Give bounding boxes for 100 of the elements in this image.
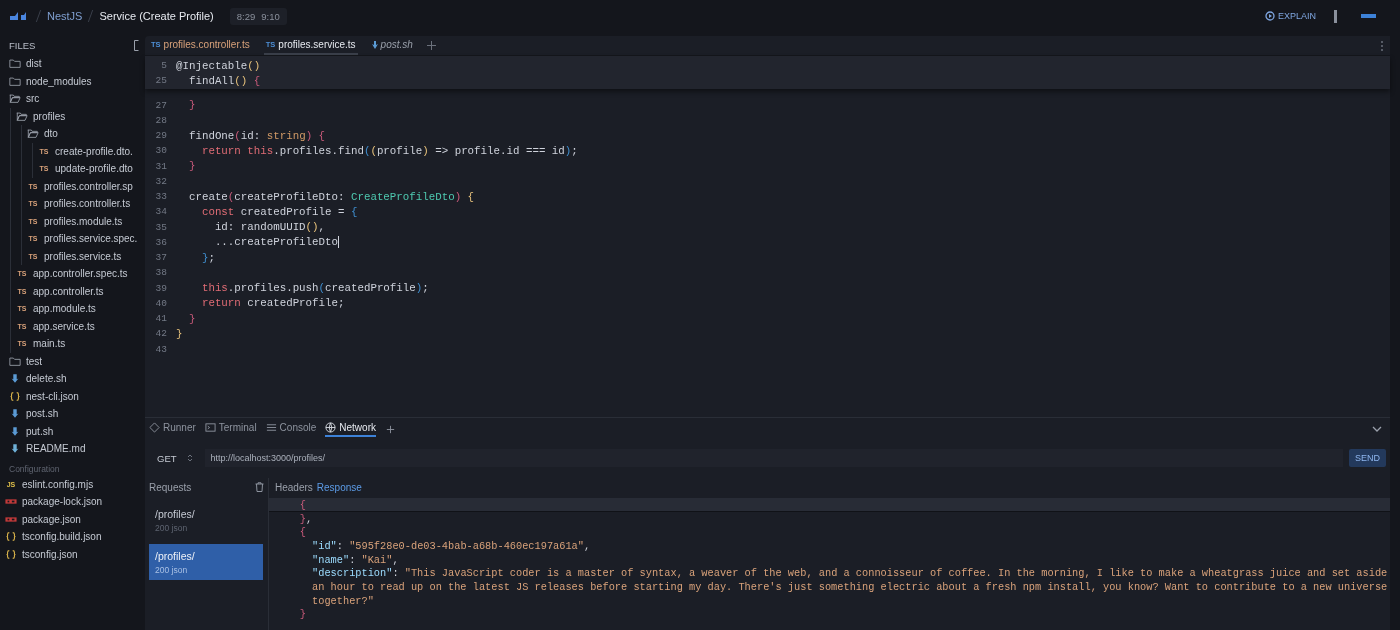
line-number: 36 xyxy=(154,236,168,248)
line-number: 43 xyxy=(154,343,168,355)
file-name[interactable]: tsconfig.json xyxy=(22,548,78,560)
add-tab-icon[interactable] xyxy=(426,41,436,50)
response-tab[interactable]: Response xyxy=(316,481,362,493)
file-name[interactable]: create-profile.dto. xyxy=(55,145,133,157)
file-name[interactable]: delete.sh xyxy=(26,373,67,385)
file-name[interactable]: profiles.service.ts xyxy=(44,250,122,262)
time-range: 8:29 9:10 xyxy=(229,7,287,25)
files-heading: FILES xyxy=(9,39,36,51)
code-line: const createdProfile = { xyxy=(200,205,358,218)
file-name[interactable]: profiles.controller.ts xyxy=(44,198,131,210)
code-line: findAll() { xyxy=(187,74,261,87)
folder-name[interactable]: dto xyxy=(44,128,58,140)
file-drop-icon xyxy=(9,373,21,385)
file-name[interactable]: put.sh xyxy=(26,425,54,437)
up-down-icon xyxy=(186,453,193,463)
file-name[interactable]: app.controller.ts xyxy=(33,285,104,297)
file-name[interactable]: app.module.ts xyxy=(33,303,96,315)
braces-icon xyxy=(5,531,17,543)
collapse-panel-icon[interactable] xyxy=(134,39,139,51)
line-number: 30 xyxy=(154,145,168,157)
line-number: 25 xyxy=(154,75,168,87)
file-name[interactable]: post.sh xyxy=(26,408,59,420)
line-number: 5 xyxy=(160,60,168,72)
request-item[interactable]: /profiles/ 200 json xyxy=(149,502,263,538)
line-number: 31 xyxy=(154,160,168,172)
line-number: 37 xyxy=(154,252,168,264)
file-name[interactable]: package-lock.json xyxy=(22,496,103,508)
trash-icon[interactable] xyxy=(255,482,264,492)
list-icon xyxy=(265,421,277,433)
panel-tab[interactable]: Runner xyxy=(149,421,196,437)
line-number: 41 xyxy=(154,313,168,325)
file-drop-icon xyxy=(9,425,21,437)
panel-tab[interactable]: Network xyxy=(325,421,376,437)
chevron-down-icon[interactable] xyxy=(1372,425,1382,433)
file-drop-icon xyxy=(9,408,21,420)
code-line: return this.profiles.find((profile) => profile.id === id); xyxy=(200,144,578,157)
add-tab-icon[interactable] xyxy=(385,423,396,435)
response-line: { xyxy=(298,525,307,540)
send-button[interactable]: SEND xyxy=(1349,449,1386,467)
globe-icon xyxy=(325,421,337,433)
panel-tab[interactable]: Terminal xyxy=(204,421,257,437)
response-line: "id": "595f28e0-de03-4bab-a68b-460ec197a61a", xyxy=(311,539,592,553)
line-number: 42 xyxy=(154,328,168,340)
line-number: 32 xyxy=(154,175,168,187)
file-name[interactable]: profiles.service.spec. xyxy=(44,233,138,245)
file-name[interactable]: profiles.controller.sp xyxy=(44,180,133,192)
breadcrumb-link[interactable]: NestJS xyxy=(47,10,83,22)
explain-button[interactable]: EXPLAIN xyxy=(1264,11,1316,21)
code-line: } xyxy=(187,160,196,173)
method-select[interactable]: GET xyxy=(149,449,199,467)
braces-icon xyxy=(9,390,21,402)
folder-name[interactable]: test xyxy=(26,355,43,367)
code-line: @Injectable() xyxy=(176,59,261,72)
file-name[interactable]: profiles.module.ts xyxy=(44,215,123,227)
folder-name[interactable]: profiles xyxy=(33,110,66,122)
section-label: Configuration xyxy=(8,462,61,476)
file-name[interactable]: update-profile.dto xyxy=(55,163,133,175)
line-number: 27 xyxy=(154,99,168,111)
code-line: id: randomUUID(), xyxy=(213,221,326,234)
panel-tab[interactable]: Console xyxy=(265,421,317,437)
code-line: }; xyxy=(200,251,215,264)
file-drop-icon xyxy=(9,443,21,455)
file-name[interactable]: eslint.config.mjs xyxy=(22,478,94,490)
panel-toggle-icon[interactable] xyxy=(1334,9,1337,23)
layout-toggle-icon[interactable] xyxy=(1361,14,1376,18)
code-line: ...createProfileDto xyxy=(213,236,338,249)
file-name[interactable]: tsconfig.build.json xyxy=(22,531,102,543)
code-line: } xyxy=(176,327,183,340)
response-line: "name": "Kai", xyxy=(311,552,400,567)
file-name[interactable]: package.json xyxy=(22,513,81,525)
file-name[interactable]: README.md xyxy=(26,443,86,455)
file-tab[interactable]: post.sh xyxy=(369,36,415,55)
response-line: "description": "This JavaScript coder is a master of syntax, a weaver of the web, and a connoisseur of coffee. In the morning, I like to make a wheatgrass juice and set aside xyxy=(311,566,1389,581)
file-name[interactable]: main.ts xyxy=(33,338,66,350)
line-number: 35 xyxy=(154,221,168,233)
line-number: 28 xyxy=(154,114,168,126)
response-tab[interactable]: Headers xyxy=(275,481,313,493)
file-name[interactable]: app.controller.spec.ts xyxy=(33,268,128,280)
folder-name[interactable]: dist xyxy=(26,58,42,70)
play-circle-icon xyxy=(1264,11,1275,21)
file-name[interactable]: nest-cli.json xyxy=(26,390,79,402)
folder-name[interactable]: src xyxy=(26,93,40,105)
braces-icon xyxy=(5,548,17,560)
url-field[interactable]: http://localhost:3000/profiles/ xyxy=(204,449,1343,467)
code-line: create(createProfileDto: CreateProfileDto) { xyxy=(187,190,475,203)
code-line: return createdProfile; xyxy=(200,297,345,310)
request-item[interactable]: /profiles/ 200 json xyxy=(149,544,263,580)
line-number: 39 xyxy=(154,282,168,294)
line-number: 40 xyxy=(154,297,168,309)
response-line: }, xyxy=(298,511,314,526)
diamond-icon xyxy=(149,421,160,433)
code-line: } xyxy=(187,99,196,112)
code-line: this.profiles.push(createdProfile); xyxy=(200,282,429,295)
folder-name[interactable]: node_modules xyxy=(26,75,92,87)
code-line: } xyxy=(187,312,196,325)
file-name[interactable]: app.service.ts xyxy=(33,320,95,332)
response-line: } xyxy=(298,607,307,622)
more-icon[interactable] xyxy=(1380,39,1384,52)
